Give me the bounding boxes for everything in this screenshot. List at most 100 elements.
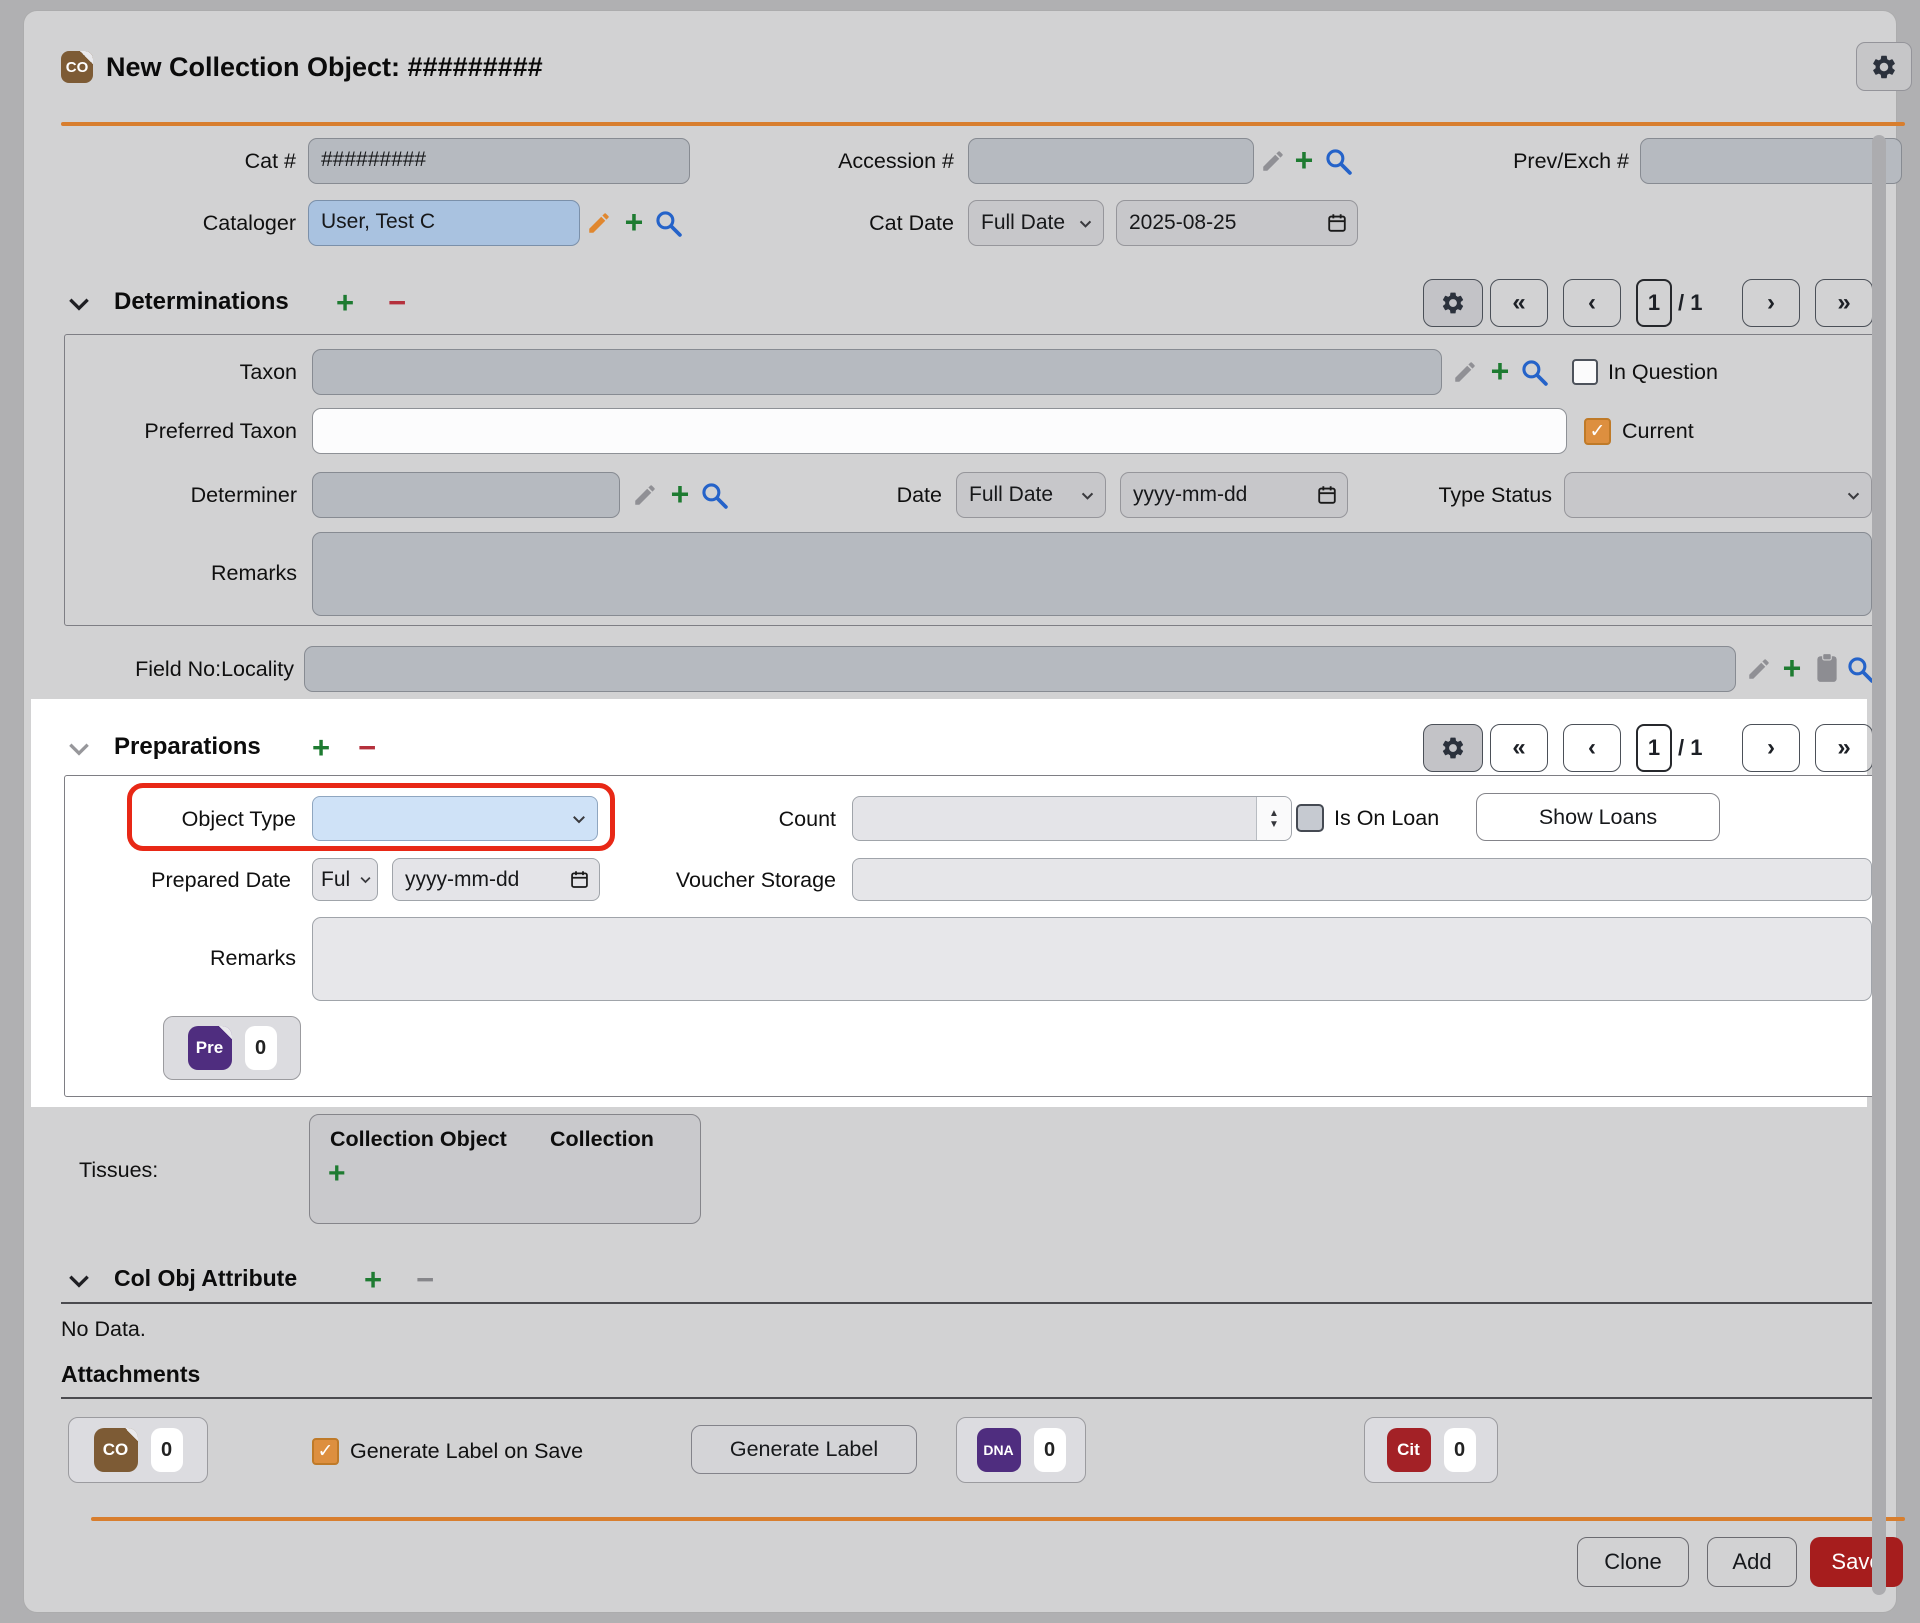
type-status-label: Type Status <box>1402 480 1552 510</box>
determinations-prev-button[interactable]: ‹ <box>1563 279 1621 327</box>
field-no-locality-input[interactable] <box>304 646 1736 692</box>
tissues-header-collection: Collection <box>550 1127 654 1152</box>
preparations-settings-button[interactable] <box>1423 724 1483 772</box>
dna-count-badge: 0 <box>1034 1428 1066 1472</box>
search-icon[interactable] <box>1520 358 1549 387</box>
cat-num-label: Cat # <box>124 146 296 176</box>
edit-pencil-icon[interactable] <box>632 482 658 508</box>
cataloger-input[interactable]: User, Test C <box>308 200 580 246</box>
gear-icon <box>1440 735 1466 761</box>
edit-pencil-icon[interactable] <box>1260 148 1286 174</box>
preparation-remarks-textarea[interactable] <box>312 917 1872 1001</box>
calendar-icon[interactable] <box>1326 212 1348 234</box>
search-icon[interactable] <box>654 209 683 238</box>
search-icon[interactable] <box>1846 655 1875 684</box>
form-settings-button[interactable] <box>1856 42 1912 91</box>
prev-exch-input[interactable] <box>1640 138 1902 184</box>
generate-label-on-save-checkbox[interactable]: ✓ <box>312 1438 339 1465</box>
dna-icon-text: DNA <box>983 1442 1013 1458</box>
preferred-taxon-input[interactable] <box>312 408 1567 454</box>
preparations-remove-button[interactable]: − <box>358 733 376 763</box>
count-spinner[interactable]: ▲ ▼ <box>1256 797 1291 840</box>
show-loans-button[interactable]: Show Loans <box>1476 793 1720 841</box>
object-type-label: Object Type <box>124 804 296 834</box>
accession-input[interactable] <box>968 138 1254 184</box>
object-type-select[interactable] <box>312 796 598 841</box>
preparations-add-button[interactable]: + <box>312 733 330 763</box>
in-question-checkbox[interactable] <box>1572 359 1598 385</box>
preparations-last-button[interactable]: » <box>1815 724 1873 772</box>
pre-icon-text: Pre <box>196 1038 223 1058</box>
voucher-storage-input[interactable] <box>852 858 1872 901</box>
chevron-down-icon[interactable] <box>66 294 92 314</box>
taxon-input[interactable] <box>312 349 1442 395</box>
add-button[interactable]: Add <box>1707 1537 1797 1587</box>
add-icon[interactable]: + <box>1292 145 1316 175</box>
col-obj-attribute-add-button[interactable]: + <box>364 1265 382 1295</box>
search-icon[interactable] <box>1324 147 1353 176</box>
chevron-down-icon[interactable] <box>66 1271 92 1291</box>
current-checkbox[interactable]: ✓ <box>1584 418 1611 445</box>
preparation-count-chip[interactable]: Pre 0 <box>163 1016 301 1080</box>
prepared-date-type-select[interactable]: Ful <box>312 858 378 901</box>
clipboard-icon[interactable] <box>1814 653 1840 683</box>
determinations-page-box[interactable]: 1 <box>1636 279 1672 327</box>
generate-label-button[interactable]: Generate Label <box>691 1425 917 1474</box>
edit-pencil-icon[interactable] <box>1452 359 1478 385</box>
add-icon[interactable]: + <box>1780 653 1804 683</box>
prepared-date-input[interactable]: yyyy-mm-dd <box>392 858 600 901</box>
preparations-next-button[interactable]: › <box>1742 724 1800 772</box>
determinations-next-button[interactable]: › <box>1742 279 1800 327</box>
count-input[interactable]: ▲ ▼ <box>852 796 1292 841</box>
vertical-scrollbar[interactable] <box>1872 135 1886 1595</box>
save-button[interactable]: Save <box>1810 1537 1903 1587</box>
no-data-text: No Data. <box>61 1314 261 1344</box>
type-status-select[interactable] <box>1564 472 1872 518</box>
cat-num-input[interactable]: ######### <box>308 138 690 184</box>
determinations-first-button[interactable]: « <box>1490 279 1548 327</box>
tissues-box[interactable]: Collection Object Collection + <box>309 1114 701 1224</box>
determination-date-input[interactable]: yyyy-mm-dd <box>1120 472 1348 518</box>
cat-date-input[interactable]: 2025-08-25 <box>1116 200 1358 246</box>
is-on-loan-checkbox[interactable] <box>1296 804 1324 832</box>
chevron-down-icon <box>358 872 373 887</box>
prepared-date-placeholder: yyyy-mm-dd <box>405 859 519 901</box>
pre-icon: Pre <box>188 1026 232 1070</box>
clone-button[interactable]: Clone <box>1577 1537 1689 1587</box>
add-icon[interactable]: + <box>668 479 692 509</box>
determinations-remove-button[interactable]: − <box>388 288 406 318</box>
footer-divider <box>91 1517 1905 1521</box>
cat-date-value: 2025-08-25 <box>1129 202 1236 244</box>
dna-chip[interactable]: DNA 0 <box>956 1417 1086 1483</box>
edit-pencil-icon[interactable] <box>1746 656 1772 682</box>
preparations-page-box[interactable]: 1 <box>1636 724 1672 772</box>
determiner-input[interactable] <box>312 472 620 518</box>
add-icon[interactable]: + <box>1488 356 1512 386</box>
calendar-icon[interactable] <box>1316 484 1338 506</box>
determinations-last-button[interactable]: » <box>1815 279 1873 327</box>
preparations-first-button[interactable]: « <box>1490 724 1548 772</box>
cat-date-type-select[interactable]: Full Date <box>968 200 1104 246</box>
preparations-prev-button[interactable]: ‹ <box>1563 724 1621 772</box>
calendar-icon[interactable] <box>569 869 590 890</box>
tissues-add-button[interactable]: + <box>328 1157 346 1191</box>
co-count-badge: 0 <box>151 1428 183 1472</box>
attachments-divider <box>61 1397 1879 1399</box>
search-icon[interactable] <box>700 481 729 510</box>
chevron-down-icon[interactable] <box>66 739 92 759</box>
co-icon: CO <box>94 1428 138 1472</box>
spinner-down-icon[interactable]: ▼ <box>1269 819 1279 830</box>
determination-date-type-select[interactable]: Full Date <box>956 472 1106 518</box>
preparations-title: Preparations <box>114 733 261 761</box>
cit-chip[interactable]: Cit 0 <box>1364 1417 1498 1483</box>
collection-object-dialog: CO New Collection Object: ######### Cat … <box>23 10 1897 1613</box>
col-obj-attribute-remove-button[interactable]: − <box>416 1265 434 1295</box>
co-attachments-chip[interactable]: CO 0 <box>68 1417 208 1483</box>
spinner-up-icon[interactable]: ▲ <box>1269 808 1279 819</box>
determinations-settings-button[interactable] <box>1423 279 1483 327</box>
add-icon[interactable]: + <box>622 207 646 237</box>
chevron-down-icon <box>1845 487 1862 504</box>
determination-remarks-textarea[interactable] <box>312 532 1872 616</box>
edit-pencil-icon[interactable] <box>586 210 612 236</box>
determinations-add-button[interactable]: + <box>336 288 354 318</box>
